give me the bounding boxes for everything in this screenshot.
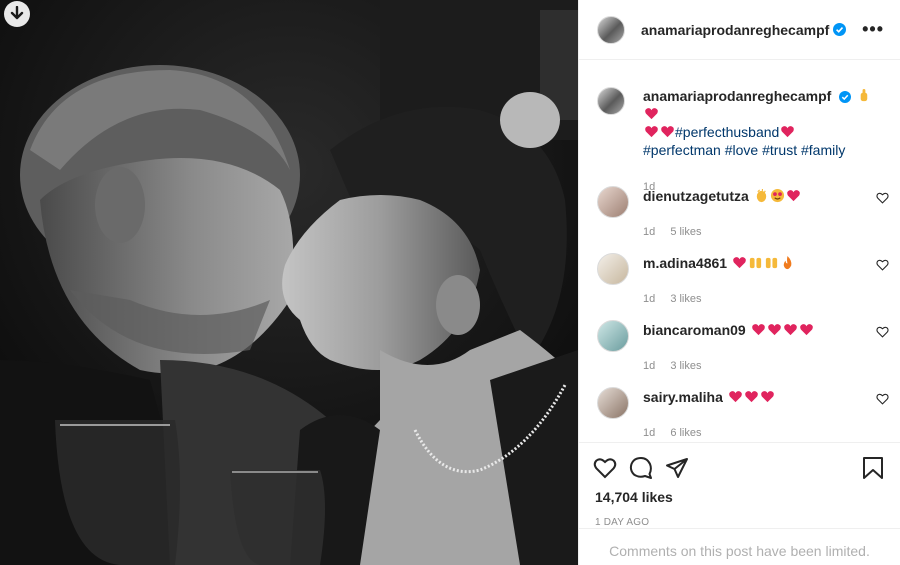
caption: anamariaprodanreghecampf #perfecthusband bbox=[579, 61, 900, 196]
red-heart-icon bbox=[799, 324, 813, 336]
comment-item: biancaroman09 1d 3 likes bbox=[597, 320, 897, 372]
hashtag-link[interactable]: #love bbox=[725, 142, 758, 158]
red-heart-icon bbox=[783, 324, 797, 336]
commenter-avatar[interactable] bbox=[597, 253, 629, 285]
red-heart-icon bbox=[733, 257, 746, 269]
comment-meta: 1d 5 likes bbox=[643, 226, 897, 238]
comment-time: 1d bbox=[643, 293, 656, 305]
post-header: anamariaprodanreghecampf ••• bbox=[579, 0, 900, 60]
hashtag-link[interactable]: #family bbox=[801, 142, 845, 158]
author-avatar[interactable] bbox=[597, 15, 625, 44]
comment-meta: 1d 3 likes bbox=[643, 360, 897, 372]
red-heart-icon bbox=[760, 391, 774, 403]
comment-like-icon[interactable] bbox=[876, 393, 889, 405]
comment-item: sairy.maliha 1d 6 likes bbox=[597, 387, 897, 439]
hand-emoji-icon bbox=[860, 88, 868, 102]
star-eyes-emoji-icon bbox=[770, 188, 784, 203]
red-heart-icon bbox=[661, 126, 674, 138]
commenter-username[interactable]: dienutzagetutza bbox=[643, 188, 749, 204]
comment-icon[interactable] bbox=[629, 456, 653, 480]
comment-meta: 1d 6 likes bbox=[643, 427, 897, 439]
caption-username[interactable]: anamariaprodanreghecampf bbox=[643, 88, 831, 104]
comment-time: 1d bbox=[643, 427, 656, 439]
hashtag-link[interactable]: #perfecthusband bbox=[675, 124, 779, 140]
comment-like-icon[interactable] bbox=[876, 259, 889, 271]
comment-like-icon[interactable] bbox=[876, 192, 889, 204]
like-icon[interactable] bbox=[593, 457, 617, 479]
commenter-username[interactable]: m.adina4861 bbox=[643, 255, 727, 271]
commenter-avatar[interactable] bbox=[597, 320, 629, 352]
red-heart-icon bbox=[728, 391, 742, 403]
post-side-panel: anamariaprodanreghecampf ••• anamariapro… bbox=[578, 0, 900, 565]
caption-author-avatar[interactable] bbox=[597, 87, 625, 115]
action-bar bbox=[593, 449, 884, 487]
likes-count[interactable]: 14,704 likes bbox=[593, 489, 884, 505]
share-icon[interactable] bbox=[665, 457, 689, 479]
download-icon bbox=[10, 6, 24, 20]
couple-kiss-photo bbox=[0, 0, 578, 565]
red-heart-icon bbox=[645, 108, 658, 120]
comment-likes[interactable]: 3 likes bbox=[670, 293, 701, 305]
raised-hands-emoji-icon bbox=[765, 257, 778, 269]
comment-text: dienutzagetutza bbox=[643, 187, 801, 205]
red-heart-icon bbox=[751, 324, 765, 336]
comment-item: dienutzagetutza 1d 5 likes bbox=[597, 186, 897, 238]
red-heart-icon bbox=[781, 126, 795, 138]
commenter-username[interactable]: sairy.maliha bbox=[643, 389, 723, 405]
comment-text: sairy.maliha bbox=[643, 388, 775, 406]
clap-emoji-icon bbox=[756, 188, 766, 203]
comment-text: biancaroman09 bbox=[643, 321, 814, 339]
hashtag-link[interactable]: #perfectman bbox=[643, 142, 721, 158]
comment-likes[interactable]: 6 likes bbox=[670, 427, 701, 439]
commenter-avatar[interactable] bbox=[597, 387, 629, 419]
comment-time: 1d bbox=[643, 226, 656, 238]
raised-hands-emoji-icon bbox=[749, 257, 762, 269]
comment-text: m.adina4861 bbox=[643, 254, 795, 272]
red-heart-icon bbox=[767, 324, 781, 336]
comment-likes[interactable]: 3 likes bbox=[670, 360, 701, 372]
post-actions: 14,704 likes 1 DAY AGO bbox=[579, 442, 900, 528]
hashtag-link[interactable]: #trust bbox=[762, 142, 797, 158]
comment-meta: 1d 3 likes bbox=[643, 293, 897, 305]
comment-item: m.adina4861 1d 3 likes bbox=[597, 253, 897, 305]
comments-scroll-area[interactable]: anamariaprodanreghecampf #perfecthusband bbox=[579, 61, 900, 441]
download-button[interactable] bbox=[4, 1, 30, 27]
commenter-username[interactable]: biancaroman09 bbox=[643, 322, 746, 338]
comment-like-icon[interactable] bbox=[876, 326, 889, 338]
comments-limited-notice: Comments on this post have been limited. bbox=[579, 528, 900, 565]
red-heart-icon bbox=[786, 190, 800, 202]
post-photo bbox=[0, 0, 578, 565]
author-username[interactable]: anamariaprodanreghecampf bbox=[641, 22, 829, 38]
comment-likes[interactable]: 5 likes bbox=[670, 226, 701, 238]
red-heart-icon bbox=[744, 391, 758, 403]
comment-time: 1d bbox=[643, 360, 656, 372]
fire-emoji-icon bbox=[783, 255, 792, 270]
verified-badge-icon bbox=[833, 23, 847, 36]
red-heart-icon bbox=[645, 126, 658, 138]
posted-time: 1 DAY AGO bbox=[595, 517, 650, 528]
commenter-avatar[interactable] bbox=[597, 186, 629, 218]
verified-badge-icon bbox=[839, 91, 852, 103]
caption-body: anamariaprodanreghecampf #perfecthusband bbox=[643, 87, 883, 196]
save-icon[interactable] bbox=[862, 456, 884, 480]
more-options-icon[interactable]: ••• bbox=[862, 19, 884, 40]
